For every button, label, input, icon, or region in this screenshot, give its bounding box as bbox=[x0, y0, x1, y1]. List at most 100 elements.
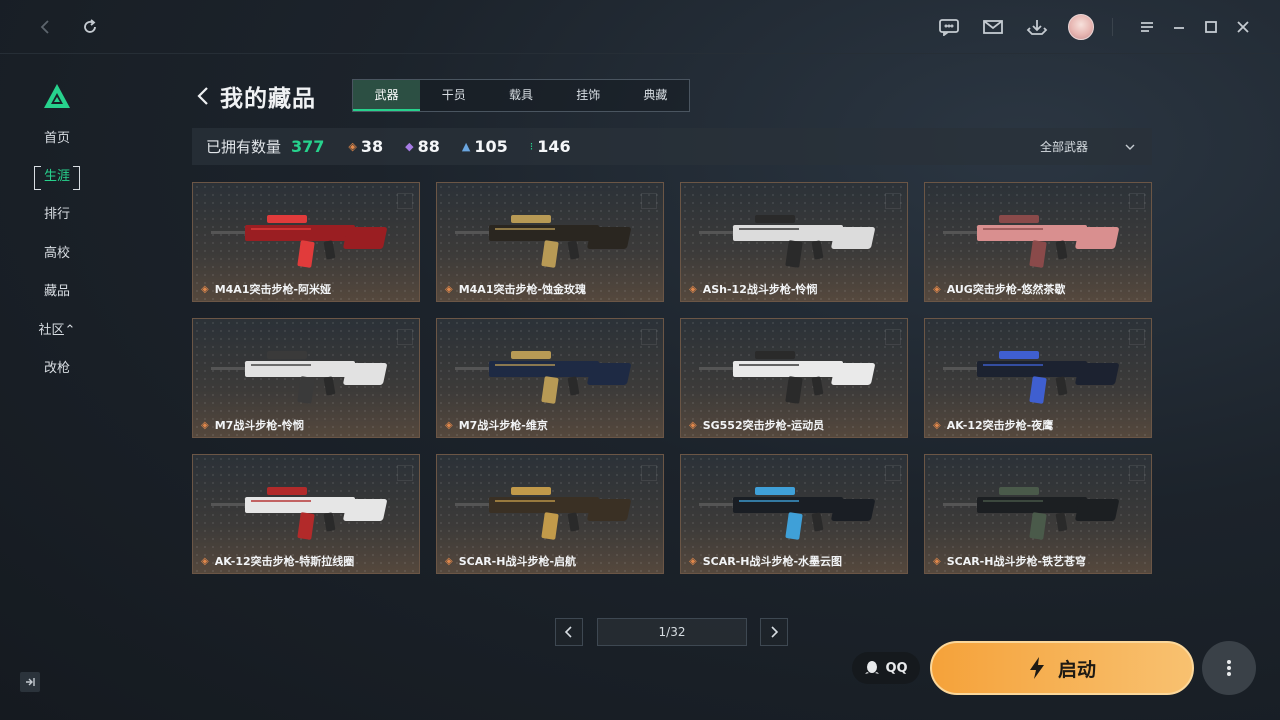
weapon-name: SCAR-H战斗步枪-水墨云图 bbox=[702, 555, 843, 568]
chevron-down-icon bbox=[1125, 144, 1135, 150]
weapon-card[interactable]: ◈ M7战斗步枪-维京 bbox=[436, 318, 664, 438]
weapon-image bbox=[455, 487, 631, 540]
rarity-purple-icon: ◆ bbox=[405, 140, 414, 153]
rarity-blue-icon: ▲ bbox=[461, 140, 471, 153]
minimize-icon[interactable] bbox=[1166, 14, 1192, 40]
weapon-card-label: ◈ SCAR-H战斗步枪-启航 bbox=[445, 553, 576, 569]
sidebar-item-collection[interactable]: 藏品 bbox=[24, 281, 90, 303]
divider bbox=[1112, 18, 1113, 36]
weapon-card[interactable]: ◈ SCAR-H战斗步枪-启航 bbox=[436, 454, 664, 574]
weapon-card[interactable]: ◈ AK-12突击步枪-特斯拉线圈 bbox=[192, 454, 420, 574]
rarity-stat-orange: ◈ 38 bbox=[348, 137, 383, 156]
maximize-icon[interactable] bbox=[1198, 14, 1224, 40]
weapon-card-label: ◈ SCAR-H战斗步枪-水墨云图 bbox=[689, 553, 842, 569]
prev-page-button[interactable] bbox=[555, 618, 583, 646]
weapon-card[interactable]: ◈ SCAR-H战斗步枪-铁艺苍穹 bbox=[924, 454, 1152, 574]
weapon-card[interactable]: ◈ SG552突击步枪-运动员 bbox=[680, 318, 908, 438]
more-options-button[interactable] bbox=[1202, 641, 1256, 695]
weapon-card[interactable]: ◈ M7战斗步枪-怜悯 bbox=[192, 318, 420, 438]
weapon-card[interactable]: ◈ M4A1突击步枪-阿米娅 bbox=[192, 182, 420, 302]
weapon-image bbox=[943, 351, 1119, 404]
download-icon[interactable] bbox=[1024, 14, 1050, 40]
refresh-icon[interactable] bbox=[77, 14, 103, 40]
weapon-filter-value: 全部武器 bbox=[1039, 140, 1088, 154]
weapon-name: SCAR-H战斗步枪-铁艺苍穹 bbox=[946, 555, 1087, 568]
weapon-image bbox=[211, 487, 387, 540]
weapon-card[interactable]: ◈ M4A1突击步枪-蚀金玫瑰 bbox=[436, 182, 664, 302]
logo-icon bbox=[44, 84, 70, 108]
qq-icon bbox=[865, 661, 880, 674]
rarity-blue-count: 105 bbox=[474, 137, 508, 156]
sidebar-item-career[interactable]: 生涯 bbox=[24, 166, 90, 190]
weapon-image bbox=[699, 487, 875, 540]
rarity-icon: ◈ bbox=[201, 555, 209, 567]
rarity-orange-count: 38 bbox=[360, 137, 384, 156]
sidebar-item-gunsmith[interactable]: 改枪 bbox=[24, 358, 90, 380]
rarity-icon: ◈ bbox=[201, 283, 209, 295]
tab-collection[interactable]: 典藏 bbox=[622, 80, 689, 111]
sidebar-item-college[interactable]: 高校 bbox=[24, 243, 90, 265]
weapon-image bbox=[943, 215, 1119, 268]
weapon-name: M4A1突击步枪-阿米娅 bbox=[214, 283, 332, 296]
rarity-icon: ◈ bbox=[201, 419, 209, 431]
collapse-sidebar-icon[interactable] bbox=[20, 672, 40, 692]
weapon-image bbox=[943, 487, 1119, 540]
launch-label: 启动 bbox=[1057, 658, 1096, 681]
weapon-name: ASh-12战斗步枪-怜悯 bbox=[702, 283, 818, 296]
sidebar-item-community[interactable]: 社区⌃ bbox=[24, 320, 90, 342]
weapon-name: M7战斗步枪-维京 bbox=[458, 419, 548, 432]
back-icon[interactable] bbox=[33, 14, 59, 40]
weapon-image bbox=[211, 215, 387, 268]
weapon-card[interactable]: ◈ ASh-12战斗步枪-怜悯 bbox=[680, 182, 908, 302]
tab-vehicles[interactable]: 载具 bbox=[487, 80, 554, 111]
weapon-name: AK-12突击步枪-夜鹰 bbox=[946, 419, 1054, 432]
avatar[interactable] bbox=[1068, 14, 1094, 40]
launch-button[interactable]: 启动 bbox=[930, 641, 1194, 695]
menu-icon[interactable] bbox=[1134, 14, 1160, 40]
weapon-image bbox=[699, 215, 875, 268]
weapon-card[interactable]: ◈ AK-12突击步枪-夜鹰 bbox=[924, 318, 1152, 438]
rarity-stat-blue: ▲ 105 bbox=[462, 137, 508, 156]
tab-operators[interactable]: 干员 bbox=[420, 80, 487, 111]
close-icon[interactable] bbox=[1230, 14, 1256, 40]
weapon-filter-dropdown[interactable]: 全部武器 bbox=[1040, 128, 1136, 165]
weapon-grid: ◈ M4A1突击步枪-阿米娅 ◈ M4A1突击步枪-蚀金玫瑰 ◈ ASh-12战斗步枪-怜… bbox=[192, 182, 1152, 574]
rarity-icon: ◈ bbox=[933, 555, 941, 567]
page-title: 我的藏品 bbox=[220, 86, 316, 112]
weapon-card-label: ◈ SCAR-H战斗步枪-铁艺苍穹 bbox=[933, 553, 1086, 569]
back-arrow-icon[interactable] bbox=[194, 85, 212, 107]
weapon-image bbox=[211, 351, 387, 404]
weapon-card[interactable]: ◈ SCAR-H战斗步枪-水墨云图 bbox=[680, 454, 908, 574]
mail-icon[interactable] bbox=[980, 14, 1006, 40]
rarity-stat-purple: ◆ 88 bbox=[405, 137, 440, 156]
rarity-icon: ◈ bbox=[689, 555, 697, 567]
qq-login-badge[interactable]: QQ bbox=[852, 652, 920, 684]
next-page-button[interactable] bbox=[760, 618, 788, 646]
sidebar-item-ranking[interactable]: 排行 bbox=[24, 204, 90, 226]
chevron-left-icon bbox=[564, 626, 572, 638]
sidebar-item-home[interactable]: 首页 bbox=[24, 128, 90, 150]
weapon-image bbox=[455, 215, 631, 268]
rarity-icon: ◈ bbox=[689, 283, 697, 295]
owned-count-label: 已拥有数量 bbox=[206, 138, 282, 156]
ownership-stats-bar: 已拥有数量 377 ◈ 38 ◆ 88 ▲ 105 ⁝ 146 全部武器 bbox=[192, 128, 1152, 165]
rarity-icon: ◈ bbox=[445, 283, 453, 295]
weapon-card-label: ◈ AK-12突击步枪-特斯拉线圈 bbox=[201, 553, 354, 569]
lightning-icon bbox=[1029, 657, 1044, 679]
weapon-name: M7战斗步枪-怜悯 bbox=[214, 419, 304, 432]
weapon-card-label: ◈ M4A1突击步枪-阿米娅 bbox=[201, 281, 331, 297]
tab-charms[interactable]: 挂饰 bbox=[555, 80, 622, 111]
page-indicator: 1/32 bbox=[597, 618, 747, 646]
weapon-name: SG552突击步枪-运动员 bbox=[702, 419, 825, 432]
chat-icon[interactable] bbox=[936, 14, 962, 40]
weapon-card[interactable]: ◈ AUG突击步枪-悠然茶歇 bbox=[924, 182, 1152, 302]
rarity-icon: ◈ bbox=[933, 283, 941, 295]
weapon-card-label: ◈ AK-12突击步枪-夜鹰 bbox=[933, 417, 1053, 433]
weapon-card-label: ◈ M7战斗步枪-维京 bbox=[445, 417, 548, 433]
tab-weapons[interactable]: 武器 bbox=[353, 80, 421, 111]
rarity-stat-green: ⁝ 146 bbox=[530, 137, 571, 156]
weapon-card-label: ◈ M4A1突击步枪-蚀金玫瑰 bbox=[445, 281, 586, 297]
weapon-name: AUG突击步枪-悠然茶歇 bbox=[946, 283, 1066, 296]
sidebar: 首页 生涯 排行 高校 藏品 社区⌃ 改枪 bbox=[0, 54, 112, 720]
weapon-image bbox=[699, 351, 875, 404]
